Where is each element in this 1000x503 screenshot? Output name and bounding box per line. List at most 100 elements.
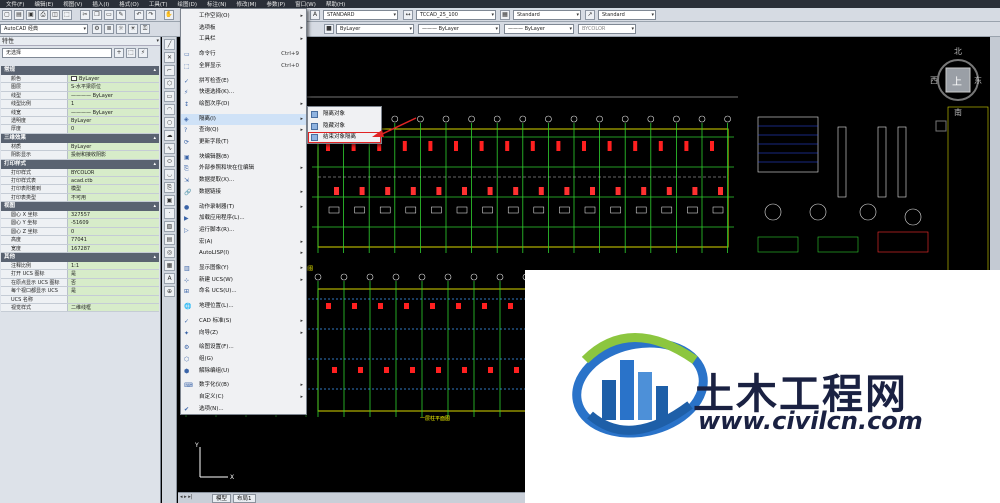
- collapse-icon[interactable]: ▴: [153, 134, 156, 143]
- property-row[interactable]: 打印表类型 不可用: [1, 193, 159, 203]
- color-icon[interactable]: ■: [324, 24, 334, 34]
- property-value[interactable]: -51609: [67, 219, 159, 227]
- property-row[interactable]: 透明度 ByLayer: [1, 116, 159, 126]
- rectangle-icon[interactable]: ▭: [164, 91, 175, 102]
- print-icon[interactable]: ⎙: [38, 10, 48, 20]
- property-value[interactable]: ByLayer: [67, 142, 159, 151]
- property-value[interactable]: [67, 295, 159, 303]
- property-row[interactable]: 圆心 X 坐标 327557: [1, 211, 159, 220]
- property-value[interactable]: 1:1: [67, 262, 159, 270]
- revision-cloud-icon[interactable]: ☁: [164, 130, 175, 141]
- construction-line-icon[interactable]: ✕: [164, 52, 175, 63]
- property-value[interactable]: 二维线框: [67, 303, 159, 312]
- property-value[interactable]: ByLayer: [67, 75, 159, 83]
- property-row[interactable]: 线型 ———— ByLayer: [1, 91, 159, 101]
- tools-menu-item[interactable]: ◈ 隔离(I) ▸: [181, 113, 306, 125]
- tools-menu-item[interactable]: ● 动作录制器(T) ▸: [181, 202, 306, 213]
- tools-menu-item[interactable]: AutoLISP(I) ▸: [181, 248, 306, 259]
- property-value[interactable]: ———— ByLayer: [67, 108, 159, 116]
- select-objects-icon[interactable]: ⬚: [126, 48, 136, 58]
- property-row[interactable]: 厚度 0: [1, 125, 159, 134]
- table-style-select[interactable]: Standard ▾: [513, 10, 581, 20]
- point-icon[interactable]: ·: [164, 208, 175, 219]
- tools-menu-item[interactable]: ⚙ 绘图设置(F)...: [181, 342, 306, 353]
- layer-state-icon[interactable]: ☼: [116, 24, 126, 34]
- paste-icon[interactable]: ▭: [104, 10, 114, 20]
- property-row[interactable]: UCS 名称: [1, 295, 159, 304]
- tools-menu-item[interactable]: ✓ 拼写检查(E): [181, 76, 306, 87]
- tools-menu-item[interactable]: ⌨ 数字化仪(B) ▸: [181, 380, 306, 391]
- arc-icon[interactable]: ◠: [164, 104, 175, 115]
- property-value[interactable]: S-水平梁原位: [67, 83, 159, 91]
- property-row[interactable]: 视觉样式 二维线框: [1, 303, 159, 313]
- property-row[interactable]: 材质 ByLayer: [1, 142, 159, 152]
- property-row[interactable]: 图层 S-水平梁原位: [1, 83, 159, 92]
- tools-menu-item[interactable]: 工具栏 ▸: [181, 34, 306, 45]
- tools-menu-item[interactable]: 🔗 数据链接 ▸: [181, 187, 306, 198]
- section-header[interactable]: 视图 ▴: [1, 202, 159, 212]
- property-row[interactable]: 圆心 Y 坐标 -51609: [1, 219, 159, 228]
- layer-light-icon[interactable]: ☀: [128, 24, 138, 34]
- copy-icon[interactable]: ❐: [92, 10, 102, 20]
- tools-menu-item[interactable]: 🌐 地理位置(L)...: [181, 301, 306, 312]
- ellipse-icon[interactable]: ⬭: [164, 156, 175, 167]
- preview-icon[interactable]: ◫: [50, 10, 60, 20]
- property-row[interactable]: 打开 UCS 图标是: [1, 270, 159, 279]
- tools-menu-item[interactable]: ⬚ 全屏显示 Ctrl+0: [181, 61, 306, 72]
- menu-11[interactable]: 帮助(H): [326, 0, 345, 8]
- viewcube[interactable]: 北 南 东 西 上: [930, 47, 986, 140]
- tools-menu-item[interactable]: 工作空间(O) ▸: [181, 11, 306, 22]
- tools-menu-item[interactable]: ? 查询(Q) ▸: [181, 125, 306, 136]
- menu-8[interactable]: 修改(M): [236, 0, 256, 8]
- make-block-icon[interactable]: ▣: [164, 195, 175, 206]
- viewcube-west[interactable]: 西: [930, 75, 938, 86]
- tools-menu-item[interactable]: ⇲ 数据提取(X)...: [181, 175, 306, 186]
- text-style-icon[interactable]: A: [310, 10, 320, 20]
- section-header[interactable]: 其他 ▴: [1, 253, 159, 263]
- color-select[interactable]: ByLayer ▾: [336, 24, 414, 34]
- spline-icon[interactable]: ∿: [164, 143, 175, 154]
- save-icon[interactable]: ▣: [26, 10, 36, 20]
- cut-icon[interactable]: ✂: [80, 10, 90, 20]
- property-value[interactable]: 327557: [67, 211, 159, 219]
- tools-menu-item[interactable]: ▶ 加载应用程序(L)...: [181, 213, 306, 224]
- menu-10[interactable]: 窗口(W): [295, 0, 316, 8]
- open-file-icon[interactable]: ▤: [14, 10, 24, 20]
- new-file-icon[interactable]: ▢: [2, 10, 12, 20]
- tools-menu-item[interactable]: ✓ CAD 标准(S) ▸: [181, 316, 306, 327]
- property-value[interactable]: 不可用: [67, 193, 159, 202]
- polyline-icon[interactable]: ⌐: [164, 65, 175, 76]
- menu-4[interactable]: 格式(O): [119, 0, 139, 8]
- layer-manager-icon[interactable]: ≣: [104, 24, 114, 34]
- property-row[interactable]: 在原点显示 UCS 图标否: [1, 278, 159, 288]
- circle-icon[interactable]: ○: [164, 117, 175, 128]
- linetype-select[interactable]: ——— ByLayer ▾: [418, 24, 500, 34]
- tools-menu-item[interactable]: ⚡ 快速选择(K)...: [181, 87, 306, 98]
- lineweight-select[interactable]: ——— ByLayer ▾: [504, 24, 574, 34]
- menu-9[interactable]: 参数(P): [267, 0, 286, 8]
- tools-menu-item[interactable]: ✔ 选项(N)...: [181, 404, 306, 415]
- tools-menu-item[interactable]: ↕ 绘图次序(D) ▸: [181, 99, 306, 110]
- polygon-icon[interactable]: ⬡: [164, 78, 175, 89]
- tools-menu-item[interactable]: 选项板 ▸: [181, 23, 306, 34]
- property-value[interactable]: 77041: [67, 236, 159, 244]
- quick-select-icon[interactable]: ⚡: [138, 48, 148, 58]
- property-value[interactable]: 投射和接收阴影: [67, 151, 159, 159]
- property-value[interactable]: ———— ByLayer: [67, 91, 159, 100]
- property-row[interactable]: 宽度 167287: [1, 244, 159, 254]
- undo-icon[interactable]: ↶: [134, 10, 144, 20]
- mleader-style-icon[interactable]: ↗: [585, 10, 595, 20]
- tools-menu-item[interactable]: ⊹ 新建 UCS(W) ▸: [181, 275, 306, 286]
- tools-menu-item[interactable]: ▷ 运行脚本(R)...: [181, 225, 306, 236]
- property-row[interactable]: 线型比例 1: [1, 100, 159, 109]
- property-value[interactable]: 167287: [67, 244, 159, 253]
- table-style-icon[interactable]: ▦: [500, 10, 510, 20]
- property-row[interactable]: 打印表附着到 模型: [1, 185, 159, 194]
- tools-menu-item[interactable]: 自定义(C) ▸: [181, 392, 306, 403]
- property-row[interactable]: 打印样式 BYCOLOR: [1, 168, 159, 177]
- menu-2[interactable]: 视图(V): [63, 0, 82, 8]
- tools-menu-item[interactable]: ⊞ 命名 UCS(U)...: [181, 286, 306, 297]
- selection-select[interactable]: 无选择 ▾: [2, 38, 159, 58]
- property-value[interactable]: 0: [67, 227, 159, 236]
- workspace-select[interactable]: AutoCAD 经典 ▾: [0, 24, 88, 34]
